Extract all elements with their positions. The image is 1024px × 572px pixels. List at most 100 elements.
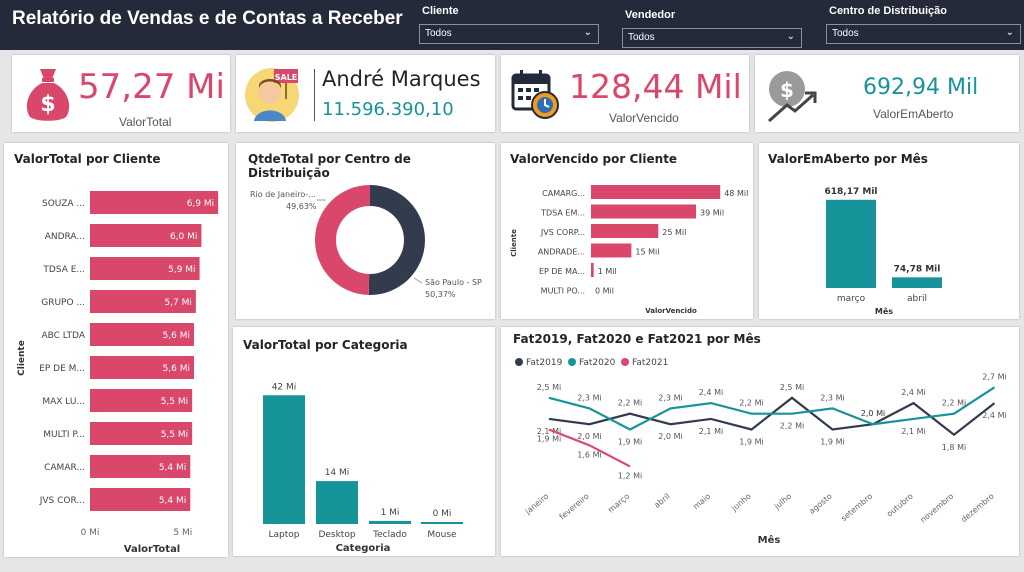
category-label: MAX LU... <box>42 397 85 407</box>
category-label: Desktop <box>318 530 355 540</box>
category-label: TDSA EM... <box>540 209 585 218</box>
centro-dropdown[interactable]: Todos ⌄ <box>826 24 1021 44</box>
money-bag-icon: $ <box>26 69 70 121</box>
donut-slice <box>368 185 426 295</box>
calendar-clock-icon <box>511 70 559 119</box>
data-label: 2,2 Mi <box>739 399 763 408</box>
data-label: 5,4 Mi <box>159 496 186 506</box>
kpi-vendedor-value: 11.596.390,10 <box>322 99 454 120</box>
bar <box>369 520 411 524</box>
coin-growth-icon: $ <box>768 71 817 123</box>
data-label: 1,9 Mi <box>618 438 642 447</box>
qtde-centro-chart: Rio de Janeiro-... 49,63% São Paulo - SP 50… <box>250 185 482 299</box>
category-label: Laptop <box>269 530 300 540</box>
x-tick-label: agosto <box>807 492 834 516</box>
category-label: TDSA E... <box>42 265 85 275</box>
data-label: 2,0 Mi <box>577 432 601 441</box>
data-label: 2,4 Mi <box>901 388 925 397</box>
category-label: Mouse <box>427 530 457 540</box>
category-label: Teclado <box>372 530 407 540</box>
bar <box>892 277 942 288</box>
category-label: JVS COR... <box>39 496 85 506</box>
x-axis-label: ValorTotal <box>124 544 181 555</box>
data-label: 48 Mil <box>724 189 748 198</box>
chart-card-fat-mes: Fat2019, Fat2020 e Fat2021 por Mês Fat20… <box>501 327 1019 556</box>
valorvencido-cliente-chart: 48 Mil CAMARG... 39 Mil TDSA EM... 25 Mil JVS… <box>510 185 748 315</box>
valoremaberto-mes-chart: 618,17 Mil março 74,78 Mil abril Mês <box>825 187 942 316</box>
data-label: 2,4 Mi <box>982 411 1006 420</box>
slice-name-label: Rio de Janeiro-... <box>250 190 316 199</box>
fat-mes-chart: Fat2019 Fat2020 Fat2021 2,1 Mi 2,0 Mi 2,2 Mi 2… <box>515 358 1007 546</box>
data-label: 2,7 Mi <box>982 372 1006 381</box>
category-label: ABC LTDA <box>41 331 85 341</box>
data-label: 2,3 Mi <box>820 393 844 402</box>
bar <box>826 199 876 288</box>
legend-label: Fat2019 <box>526 358 563 368</box>
centro-dropdown-value: Todos <box>832 28 859 39</box>
bar <box>591 185 721 199</box>
category-label: GRUPO ... <box>41 298 85 308</box>
chart-card-valortotal-categoria: ValorTotal por Categoria 42 Mi Laptop 14 M… <box>233 327 495 556</box>
chevron-down-icon: ⌄ <box>1005 27 1014 38</box>
data-label: 2,0 Mi <box>861 409 885 418</box>
filter-label-vendedor: Vendedor <box>625 9 676 21</box>
data-label: 1,8 Mi <box>942 443 966 452</box>
bar <box>591 204 696 219</box>
cliente-dropdown[interactable]: Todos ⌄ <box>419 24 599 44</box>
kpi-card-valor-vencido: 128,44 Mil ValorVencido <box>501 55 749 132</box>
x-tick-label: janeiro <box>523 492 551 517</box>
x-tick-label: novembro <box>918 492 955 525</box>
vendedor-dropdown[interactable]: Todos ⌄ <box>622 28 802 48</box>
x-tick-label: maio <box>691 492 712 512</box>
report-header: Relatório de Vendas e de Contas a Recebe… <box>0 0 1024 50</box>
category-label: MULTI PO... <box>541 287 585 296</box>
kpi-valor-total-label: ValorTotal <box>119 115 172 129</box>
bar <box>263 395 305 524</box>
kpi-valor-vencido-label: ValorVencido <box>609 111 679 125</box>
data-label: 2,2 Mi <box>942 399 966 408</box>
legend-label: Fat2021 <box>632 358 668 368</box>
x-tick-label: julho <box>772 492 794 512</box>
data-label: 42 Mi <box>272 382 297 392</box>
svg-text:$: $ <box>40 92 55 117</box>
filter-label-centro: Centro de Distribuição <box>829 5 947 17</box>
chart-card-qtde-centro: QtdeTotal por Centro de Distribuição Rio… <box>236 143 495 319</box>
data-label: 5,5 Mi <box>161 397 188 407</box>
data-label: 2,3 Mi <box>658 393 682 402</box>
category-label: ANDRA... <box>45 232 85 242</box>
data-label: 2,2 Mi <box>780 422 804 431</box>
kpi-valor-em-aberto-value: 692,94 Mil <box>863 75 979 100</box>
data-label: 14 Mi <box>325 468 350 478</box>
data-label: 2,5 Mi <box>537 383 561 392</box>
data-label: 2,0 Mi <box>658 432 682 441</box>
bar <box>316 481 358 524</box>
leader-line <box>413 277 423 284</box>
y-axis-label: Cliente <box>17 340 27 376</box>
legend-marker <box>568 358 576 366</box>
data-label: 6,0 Mi <box>170 232 197 242</box>
category-label: CAMAR... <box>44 463 85 473</box>
data-label: 5,7 Mi <box>164 298 191 308</box>
valortotal-cliente-chart: 6,9 Mi SOUZA ... 6,0 Mi ANDRA... 5,9 Mi TDSA … <box>17 191 219 555</box>
bar <box>591 263 594 277</box>
divider <box>314 69 315 121</box>
chevron-down-icon: ⌄ <box>786 31 795 42</box>
kpi-vendedor-name: André Marques <box>322 67 481 91</box>
category-label: EP DE M... <box>39 364 85 374</box>
vendedor-dropdown-value: Todos <box>628 32 655 43</box>
chart-card-valortotal-cliente: ValorTotal por Cliente 6,9 Mi SOUZA ... 6,… <box>4 143 228 557</box>
page-title: Relatório de Vendas e de Contas a Recebe… <box>12 8 403 29</box>
x-tick-label: abril <box>652 492 671 510</box>
salesperson-avatar-icon: SALE <box>245 68 299 122</box>
data-label: 2,1 Mi <box>699 427 723 436</box>
data-label: 1,2 Mi <box>618 471 642 480</box>
category-label: ANDRADE... <box>538 248 585 257</box>
legend-label: Fat2020 <box>579 358 616 368</box>
y-axis-label: Cliente <box>510 229 518 257</box>
data-label: 25 Mil <box>662 228 686 237</box>
data-label: 74,78 Mil <box>894 264 941 274</box>
chevron-down-icon: ⌄ <box>583 27 592 38</box>
x-tick-label: junho <box>729 492 753 514</box>
data-label: 15 Mil <box>635 248 659 257</box>
donut-slice <box>315 185 370 295</box>
